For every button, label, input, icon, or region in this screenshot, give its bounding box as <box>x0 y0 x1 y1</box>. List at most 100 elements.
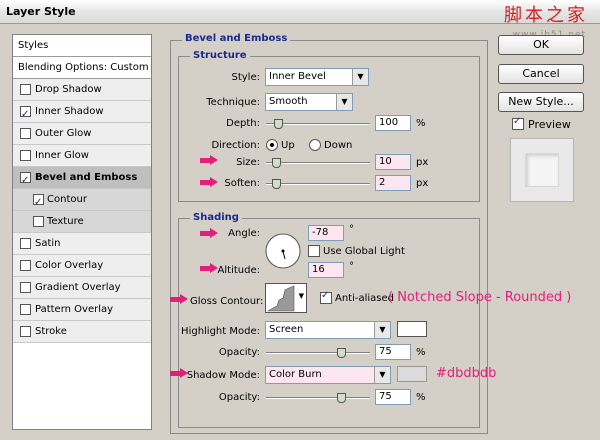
technique-value: Smooth <box>269 96 308 107</box>
gloss-contour-label: Gloss Contour: <box>190 296 264 307</box>
anti-aliased-checkbox[interactable] <box>320 290 332 304</box>
styles-list: Styles Blending Options: Custom Drop Sha… <box>12 34 152 430</box>
shadow-opacity-slider[interactable] <box>266 393 370 404</box>
direction-up-label[interactable]: Up <box>281 140 295 151</box>
style-select[interactable]: Inner Bevel ▼ <box>265 68 369 86</box>
style-item-texture[interactable]: Texture <box>13 211 151 233</box>
style-checkbox[interactable] <box>20 238 31 249</box>
style-checkbox[interactable] <box>20 260 31 271</box>
shadow-opacity-unit: % <box>416 392 426 403</box>
style-checkbox[interactable] <box>20 170 31 192</box>
global-light-label[interactable]: Use Global Light <box>323 246 405 257</box>
style-item-inner-shadow[interactable]: Inner Shadow <box>13 101 151 126</box>
style-item-label: Outer Glow <box>35 128 92 139</box>
style-item-stroke[interactable]: Stroke <box>13 321 151 343</box>
direction-label: Direction: <box>211 140 260 151</box>
angle-unit: ° <box>349 224 354 235</box>
size-unit: px <box>416 157 429 168</box>
direction-up-radio[interactable] <box>266 139 278 151</box>
style-checkbox[interactable] <box>20 104 31 126</box>
style-item-bevel-and-emboss[interactable]: Bevel and Emboss <box>13 167 151 192</box>
slider-thumb[interactable] <box>272 158 281 168</box>
style-item-color-overlay[interactable]: Color Overlay <box>13 255 151 277</box>
shading-title: Shading <box>190 212 242 223</box>
style-checkbox[interactable] <box>20 282 31 293</box>
highlight-color-swatch[interactable] <box>397 321 427 337</box>
depth-input[interactable]: 100 <box>375 115 411 131</box>
style-item-satin[interactable]: Satin <box>13 233 151 255</box>
style-item-label: Inner Shadow <box>35 106 104 117</box>
global-light-checkbox[interactable] <box>308 245 320 257</box>
watermark-logo: 脚本之家 <box>504 5 588 26</box>
highlight-opacity-label: Opacity: <box>218 347 260 358</box>
style-checkbox[interactable] <box>20 304 31 315</box>
annotation-arrow <box>170 294 188 304</box>
technique-select[interactable]: Smooth ▼ <box>265 93 353 111</box>
chevron-down-icon: ▼ <box>352 69 368 85</box>
highlight-opacity-input[interactable]: 75 <box>375 344 411 360</box>
shadow-opacity-input[interactable]: 75 <box>375 389 411 405</box>
style-item-label: Texture <box>47 216 84 227</box>
blending-options[interactable]: Blending Options: Custom <box>13 57 151 79</box>
new-style-button[interactable]: New Style... <box>498 92 584 112</box>
depth-unit: % <box>416 118 426 129</box>
slider-thumb[interactable] <box>337 348 346 358</box>
style-item-gradient-overlay[interactable]: Gradient Overlay <box>13 277 151 299</box>
gloss-contour-picker[interactable]: ▼ <box>265 283 307 313</box>
anti-aliased-label[interactable]: Anti-aliased <box>335 293 394 304</box>
style-item-pattern-overlay[interactable]: Pattern Overlay <box>13 299 151 321</box>
style-item-label: Bevel and Emboss <box>35 172 138 183</box>
style-checkbox[interactable] <box>20 84 31 95</box>
slider-thumb[interactable] <box>272 179 281 189</box>
soften-slider[interactable] <box>266 179 370 190</box>
direction-down-radio[interactable] <box>309 139 321 151</box>
ok-button[interactable]: OK <box>498 35 584 55</box>
window-title: Layer Style <box>6 5 76 18</box>
shadow-mode-label: Shadow Mode: <box>186 370 260 381</box>
style-item-label: Drop Shadow <box>35 84 102 95</box>
style-checkbox[interactable] <box>20 326 31 337</box>
depth-label: Depth: <box>226 118 260 129</box>
style-item-outer-glow[interactable]: Outer Glow <box>13 123 151 145</box>
chevron-down-icon: ▼ <box>374 367 390 383</box>
style-item-drop-shadow[interactable]: Drop Shadow <box>13 79 151 101</box>
shadow-color-note: #dbdbdb <box>436 366 497 381</box>
style-checkbox[interactable] <box>33 192 44 214</box>
soften-input[interactable]: 2 <box>375 175 411 191</box>
slider-thumb[interactable] <box>337 393 346 403</box>
style-checkbox[interactable] <box>20 150 31 161</box>
highlight-opacity-slider[interactable] <box>266 348 370 359</box>
size-input[interactable]: 10 <box>375 154 411 170</box>
altitude-unit: ° <box>349 261 354 272</box>
shadow-color-swatch[interactable] <box>397 366 427 382</box>
gloss-contour-note: ( Notched Slope - Rounded ) <box>388 290 572 305</box>
preview-checkbox[interactable] <box>512 116 524 130</box>
cancel-button[interactable]: Cancel <box>498 64 584 84</box>
angle-dial[interactable] <box>264 232 302 270</box>
slider-thumb[interactable] <box>274 119 283 129</box>
style-checkbox[interactable] <box>20 128 31 139</box>
bevel-emboss-title: Bevel and Emboss <box>182 33 291 44</box>
altitude-input[interactable]: 16 <box>308 262 344 278</box>
highlight-mode-select[interactable]: Screen ▼ <box>265 321 391 339</box>
style-item-inner-glow[interactable]: Inner Glow <box>13 145 151 167</box>
style-item-label: Gradient Overlay <box>35 282 121 293</box>
chevron-down-icon: ▼ <box>336 94 352 110</box>
altitude-label: Altitude: <box>217 265 260 276</box>
size-slider[interactable] <box>266 158 370 169</box>
angle-input[interactable]: -78 <box>308 225 344 241</box>
style-item-label: Inner Glow <box>35 150 89 161</box>
styles-header[interactable]: Styles <box>13 35 151 57</box>
style-value: Inner Bevel <box>269 71 326 82</box>
chevron-down-icon: ▼ <box>374 322 390 338</box>
highlight-mode-value: Screen <box>269 324 304 335</box>
highlight-opacity-unit: % <box>416 347 426 358</box>
shadow-mode-select[interactable]: Color Burn ▼ <box>265 366 391 384</box>
style-item-contour[interactable]: Contour <box>13 189 151 214</box>
depth-slider[interactable] <box>266 119 370 130</box>
technique-label: Technique: <box>206 97 260 108</box>
direction-down-label[interactable]: Down <box>324 140 352 151</box>
style-item-label: Satin <box>35 238 61 249</box>
preview-label[interactable]: Preview <box>528 118 571 131</box>
style-checkbox[interactable] <box>33 216 44 227</box>
